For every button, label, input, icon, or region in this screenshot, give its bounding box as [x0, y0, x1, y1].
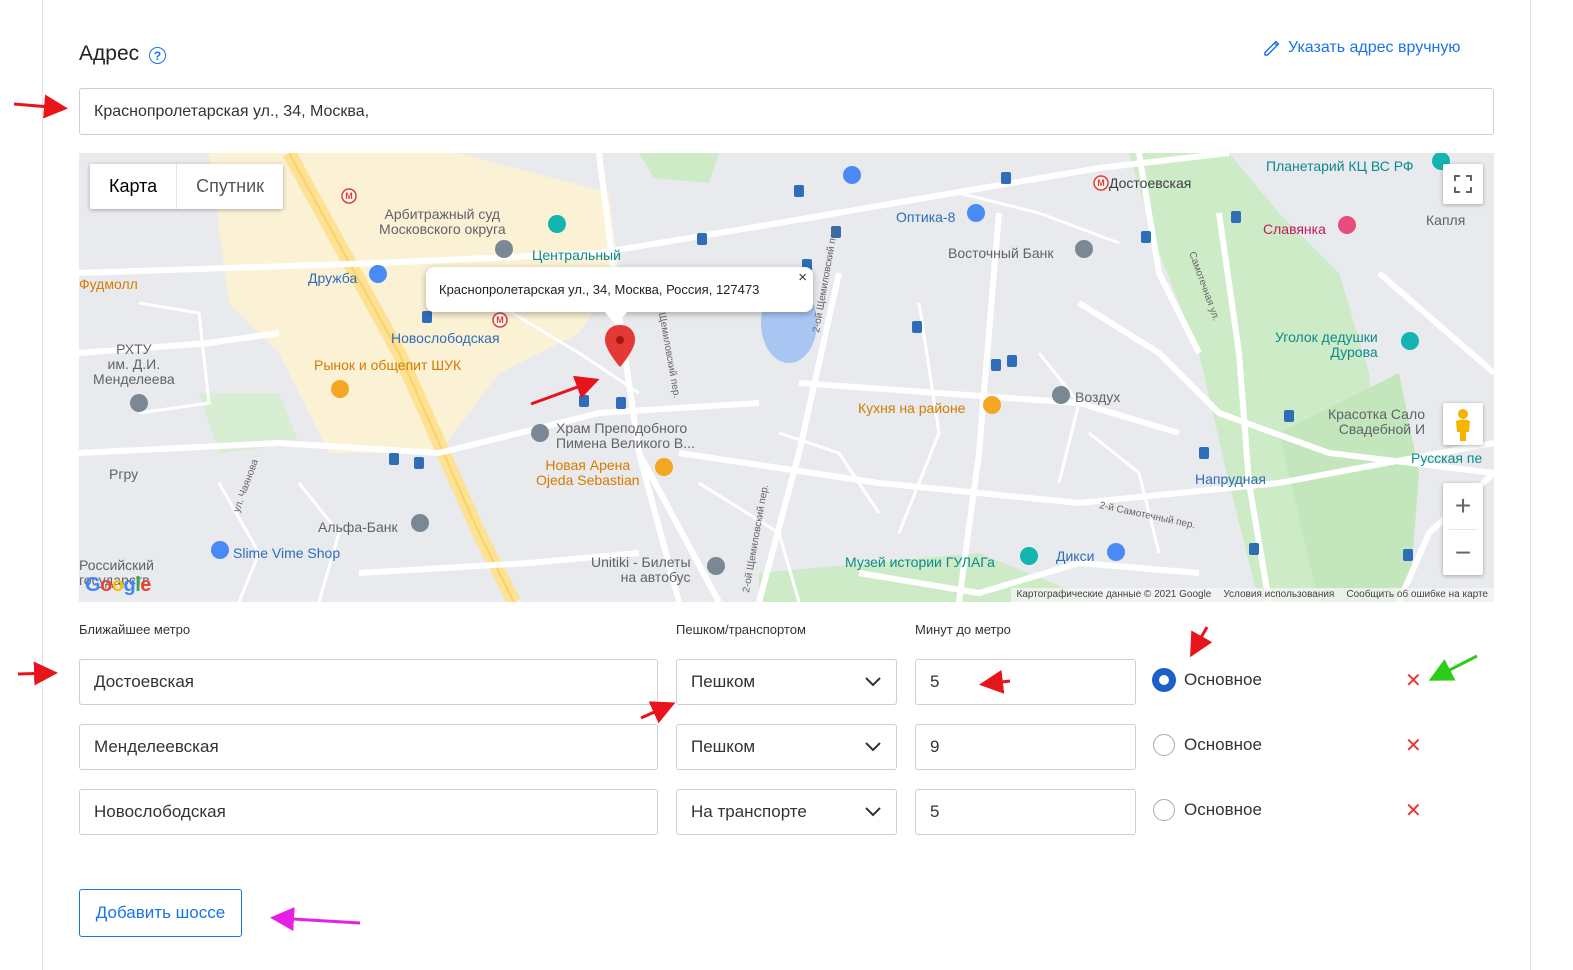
map-label: Славянка	[1263, 221, 1326, 237]
map-label: Новослободская	[391, 330, 500, 346]
transport-mode-select[interactable]: Пешком	[676, 659, 897, 705]
transport-mode-select[interactable]: На транспорте	[676, 789, 897, 835]
delete-row-icon[interactable]: ✕	[1405, 798, 1422, 823]
map-data-credit: Картографические данные © 2021 Google	[1016, 589, 1212, 600]
map-label: Капля	[1426, 212, 1466, 228]
chevron-down-icon	[865, 807, 881, 817]
annotation-arrow	[1428, 654, 1478, 681]
primary-radio[interactable]: Основное	[1153, 669, 1262, 691]
address-input[interactable]	[79, 88, 1494, 135]
svg-text:Щемиловский пер.: Щемиловский пер.	[656, 312, 682, 399]
report-error-link[interactable]: Сообщить об ошибке на карте	[1346, 588, 1488, 602]
street-view-button[interactable]	[1443, 403, 1483, 445]
map-label: Храм Преподобного Пимена Великого В...	[556, 420, 695, 451]
tab-satellite[interactable]: Спутник	[177, 164, 283, 209]
transport-mode-value: Пешком	[691, 737, 756, 756]
primary-radio[interactable]: Основное	[1153, 734, 1262, 756]
terms-link[interactable]: Условия использования	[1223, 588, 1334, 602]
radio-unchecked-icon	[1153, 734, 1175, 756]
popup-tail	[604, 311, 628, 325]
manual-address-label: Указать адрес вручную	[1288, 39, 1461, 56]
transport-mode-value: На транспорте	[691, 802, 807, 821]
chevron-down-icon	[865, 677, 881, 687]
map-label: Дикси	[1056, 548, 1095, 564]
annotation-arrow	[640, 701, 676, 724]
map-label: Арбитражный суд Московского округа	[379, 206, 506, 237]
map-label: Уголок дедушки Дурова	[1275, 329, 1378, 360]
map-label: Альфа-Банк	[318, 519, 398, 535]
map-label: Кухня на районе	[858, 400, 966, 416]
radio-unchecked-icon	[1153, 799, 1175, 821]
map-label: Unitiki - Билеты на автобус	[591, 554, 691, 585]
map-label: Напрудная	[1195, 471, 1266, 487]
map-label: Воздух	[1075, 389, 1121, 405]
map[interactable]: МММ Щемиловский пер. 2-ой Щемиловский пе…	[79, 153, 1494, 602]
zoom-control: + −	[1443, 483, 1483, 575]
map-label: Новая Арена Ojeda Sebastian	[536, 457, 640, 488]
map-label: Дружба	[308, 270, 358, 286]
minutes-input[interactable]	[915, 659, 1136, 705]
popup-close-icon[interactable]: ×	[798, 269, 807, 286]
metro-station-input[interactable]	[79, 724, 658, 770]
primary-label: Основное	[1184, 735, 1262, 754]
minutes-input[interactable]	[915, 789, 1136, 835]
help-icon[interactable]: ?	[149, 47, 166, 64]
delete-row-icon[interactable]: ✕	[1405, 668, 1422, 693]
map-label: Рынок и общепит ШУК	[314, 357, 462, 373]
chevron-down-icon	[865, 742, 881, 752]
zoom-in-button[interactable]: +	[1443, 483, 1483, 529]
popup-text: Краснопролетарская ул., 34, Москва, Росс…	[439, 282, 760, 297]
radio-checked-icon	[1153, 669, 1175, 691]
pegman-icon	[1456, 409, 1470, 441]
svg-text:М: М	[1097, 178, 1105, 188]
nearest-metro-label: Ближайшее метро	[79, 622, 191, 637]
primary-label: Основное	[1184, 670, 1262, 689]
manual-address-link[interactable]: Указать адрес вручную	[1262, 39, 1460, 57]
map-label: Красотка Сало Свадебной И	[1328, 406, 1426, 437]
map-label: Восточный Банк	[948, 245, 1054, 261]
delete-row-icon[interactable]: ✕	[1405, 733, 1422, 758]
fullscreen-button[interactable]	[1443, 164, 1483, 204]
map-type-tabs: Карта Спутник	[90, 164, 284, 209]
add-highway-button[interactable]: Добавить шоссе	[79, 889, 242, 937]
map-attribution: Картографические данные © 2021 Google Ус…	[1010, 588, 1494, 602]
svg-text:М: М	[345, 191, 353, 201]
primary-radio[interactable]: Основное	[1153, 799, 1262, 821]
svg-text:М: М	[496, 315, 504, 325]
zoom-out-button[interactable]: −	[1443, 530, 1483, 576]
location-pin	[605, 325, 635, 367]
fullscreen-icon	[1454, 175, 1472, 193]
annotation-arrow	[1190, 626, 1213, 658]
primary-label: Основное	[1184, 800, 1262, 819]
address-popup: Краснопролетарская ул., 34, Москва, Росс…	[426, 267, 813, 312]
panel-border-left	[42, 0, 43, 970]
annotation-arrow	[17, 661, 58, 686]
mode-label: Пешком/транспортом	[676, 622, 806, 637]
map-label: Slime Vime Shop	[233, 545, 341, 561]
google-logo: Google	[85, 574, 151, 596]
metro-station-input[interactable]	[79, 659, 658, 705]
map-label: Центральный	[532, 247, 621, 263]
tab-map[interactable]: Карта	[90, 164, 178, 209]
minutes-label: Минут до метро	[915, 622, 1011, 637]
transport-mode-select[interactable]: Пешком	[676, 724, 897, 770]
address-title: Адрес	[79, 42, 140, 65]
map-label: Оптика-8	[896, 209, 956, 225]
map-label: Планетарий КЦ ВС РФ	[1266, 158, 1414, 174]
map-label: РХТУ им. Д.И. Менделеева	[93, 341, 175, 387]
pencil-icon	[1264, 40, 1280, 56]
map-label: Фудмолл	[79, 276, 138, 292]
metro-station-input[interactable]	[79, 789, 658, 835]
map-label: Музей истории ГУЛАГа	[845, 554, 995, 570]
annotation-arrow	[270, 907, 361, 932]
minutes-input[interactable]	[915, 724, 1136, 770]
transport-mode-value: Пешком	[691, 672, 756, 691]
svg-text:ул. Чаянова: ул. Чаянова	[231, 458, 261, 514]
map-label: Достоевская	[1109, 175, 1192, 191]
map-label: Ргру	[109, 466, 139, 482]
annotation-arrow	[13, 94, 68, 119]
panel-border-right	[1530, 0, 1531, 970]
map-label: Русская пе	[1411, 450, 1483, 466]
